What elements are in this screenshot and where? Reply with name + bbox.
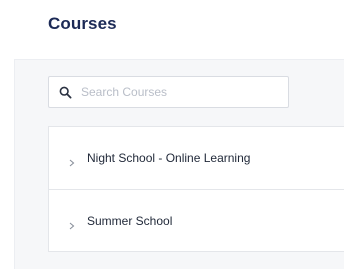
course-item-label: Summer School (87, 213, 173, 228)
search-box[interactable] (48, 76, 289, 108)
chevron-right-icon (69, 154, 75, 167)
page-title: Courses (48, 14, 117, 33)
search-input[interactable] (77, 77, 285, 107)
course-item-night-school[interactable]: Night School - Online Learning (49, 127, 344, 189)
search-icon (59, 86, 72, 99)
course-item-summer-school[interactable]: Summer School (49, 189, 344, 251)
course-list: Night School - Online Learning Summer Sc… (48, 126, 344, 252)
course-item-label: Night School - Online Learning (87, 151, 251, 165)
chevron-right-icon (69, 217, 75, 230)
